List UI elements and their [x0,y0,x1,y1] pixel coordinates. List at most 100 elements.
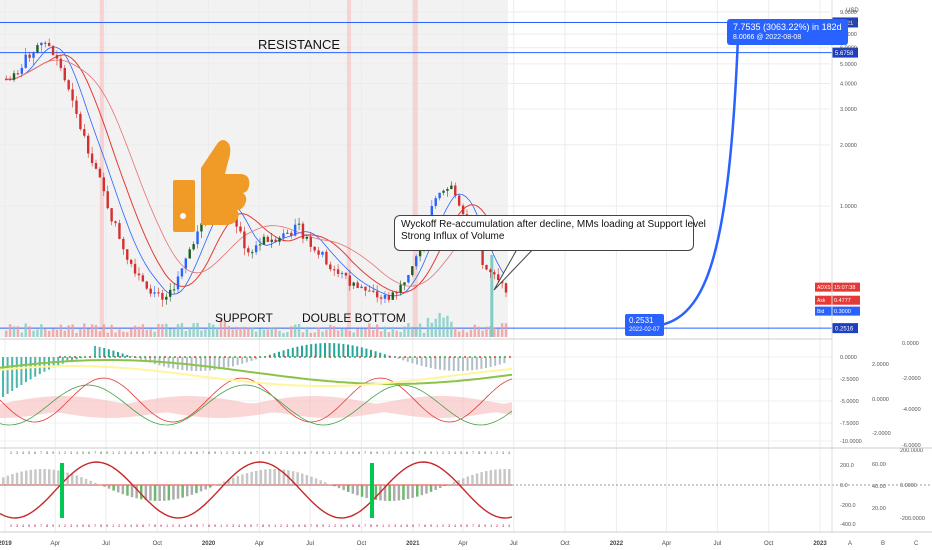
candle-body [497,274,500,281]
ind1-hist [351,345,354,357]
volume-bar [387,332,391,337]
ind2-hist [29,469,33,485]
candle-body [356,282,359,289]
callout-line-1: Wyckoff Re-accumulation after decline, M… [401,219,706,230]
volume-bar [278,330,281,337]
ind2-hist [130,485,134,498]
ind1-hist [204,357,207,371]
ind2-count-bottom: 6 [34,523,37,528]
ind2-count-top: 5 [28,450,31,455]
volume-bar [348,330,352,337]
ind2-hist [434,485,437,490]
candle-body [251,252,254,254]
volume-bar [165,323,168,337]
price-chart[interactable]: 7.98215.67580.2516ADXS15:07:38Ask0.4777B… [0,0,932,550]
ind2-hist [103,485,106,487]
volume-bar [477,326,480,337]
wyckoff-callout[interactable]: Wyckoff Re-accumulation after decline, M… [394,215,706,251]
ind2-count-bottom: 9 [376,523,379,528]
ind2-hist [508,469,511,485]
ind2-count-top: 3 [70,450,73,455]
ind2-count-bottom: 2 [496,523,499,528]
ind2-hist [149,485,152,501]
ind1-dot [94,356,96,358]
candle-body [352,282,355,286]
ind2-hist [296,472,299,485]
volume-spike [490,255,494,337]
ind1-dot [364,356,366,358]
ind2-hist [301,473,304,485]
candle-body [446,189,449,191]
ind2-hist [2,477,5,485]
ind2-count-bottom: 3 [502,523,505,528]
ind1-hist [402,357,405,361]
ind2-count-bottom: 3 [178,523,181,528]
ind1-dot [84,356,86,358]
ind2-right-tick: -200.0000 [900,516,925,522]
ind2-count-bottom: 7 [256,523,259,528]
ind1-dot [484,356,486,358]
ind2-count-bottom: 3 [394,523,397,528]
ind1-hist [452,357,455,371]
currency-label: USD [846,8,859,14]
ind2-count-top: 1 [490,450,493,455]
ind2-count-top: 8 [46,450,49,455]
volume-bar [434,318,437,337]
volume-bar [344,328,348,337]
ind2-hist [278,469,281,485]
candle-body [51,45,55,56]
volume-bar [258,328,262,337]
projection-start-label[interactable]: 0.2531 2022-02-07 [625,314,664,336]
ind2-hist [255,470,258,485]
ind1-hist [107,349,110,357]
ind1-hist [328,343,331,357]
ind1-dot [139,356,141,358]
ind2-count-top: 6 [88,450,91,455]
ind2-hist [71,473,74,485]
candle-body [98,168,102,178]
ind1-dot [474,356,476,358]
ind1-dot [439,356,441,358]
ind2-count-bottom: 3 [16,523,19,528]
ind1-dot [469,356,471,358]
volume-bar [493,327,496,337]
volume-bar [500,323,504,337]
volume-bar [399,332,402,337]
ind2-count-bottom: 5 [406,523,409,528]
ind2-hist [365,485,368,499]
volume-bar [5,330,8,337]
ind2-count-bottom: 5 [136,523,139,528]
ind2-count-bottom: 7 [418,523,421,528]
ind1-dot [64,356,66,358]
time-tick: Jul [306,541,314,547]
ind2-count-bottom: 3 [448,523,451,528]
ind2-count-top: 9 [160,450,163,455]
candle-body [372,290,375,292]
ind2-count-bottom: 2 [118,523,121,528]
ind2-count-bottom: 6 [412,523,415,528]
ind2-count-bottom: 8 [100,523,103,528]
candle-body [28,54,31,58]
ind2-count-top: 5 [190,450,193,455]
volume-bar [454,327,457,337]
ind1-hist [11,357,14,391]
ind1-dot [289,356,291,358]
candle-body [59,58,63,69]
volume-bar [200,330,203,337]
candle-body [379,297,383,299]
ind2-count-bottom: 4 [76,523,79,528]
ind2-count-top: 5 [406,450,409,455]
volume-bar [211,324,215,337]
ind1-hist [314,343,317,357]
ind2-count-bottom: 5 [28,523,31,528]
candle-body [286,232,289,234]
ind2-count-top: 6 [466,450,469,455]
volume-bar [137,326,141,337]
projection-measure-label[interactable]: 7.7535 (3063.22%) in 182d 8.0066 @ 2022-… [727,19,848,45]
candle-body [454,185,457,196]
ind2-count-bottom: 9 [268,523,271,528]
projection-sub-text: 8.0066 @ 2022-08-08 [733,34,802,41]
ind1-dot [109,356,111,358]
level-tag-text: 5.6758 [835,51,854,57]
volume-bar [442,317,445,337]
